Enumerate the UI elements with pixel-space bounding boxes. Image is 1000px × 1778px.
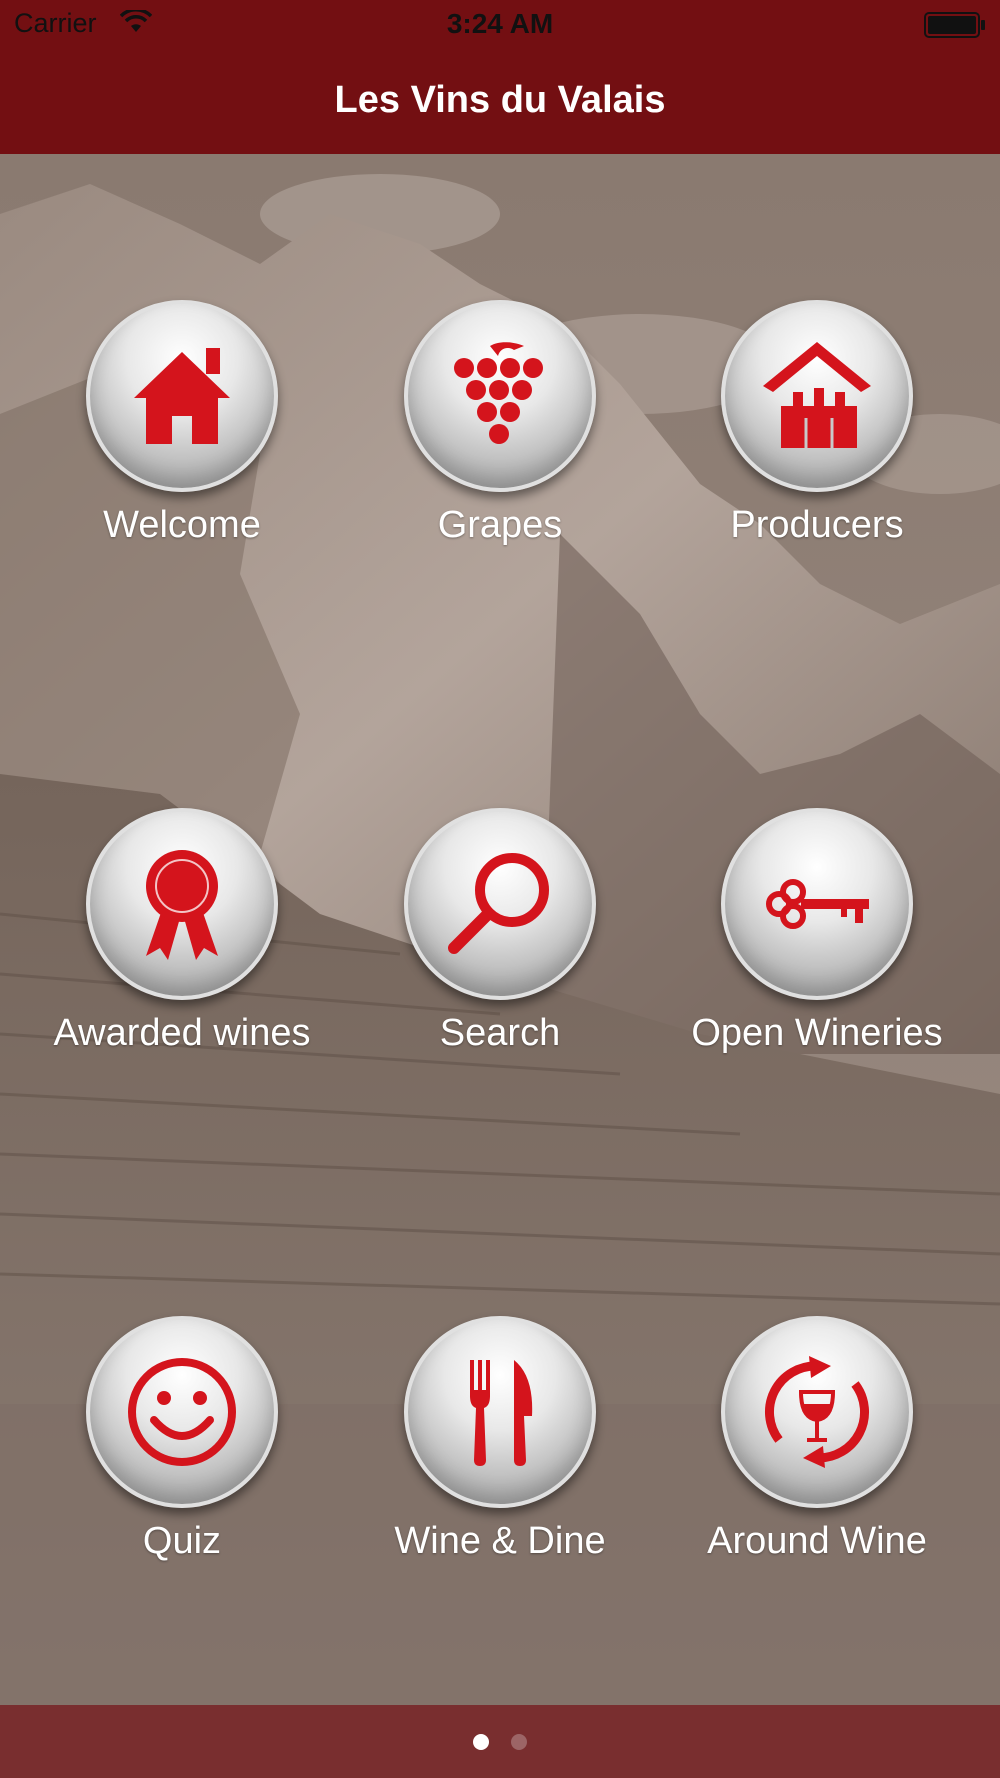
around-wine-button[interactable] [721, 1316, 913, 1508]
tile-label: Quiz [142, 1520, 222, 1562]
welcome-button[interactable] [86, 300, 278, 492]
quiz-button[interactable] [86, 1316, 278, 1508]
page-control-bar [0, 1705, 1000, 1778]
grapes-icon [454, 342, 543, 444]
menu-tile-producers[interactable]: Producers [697, 300, 937, 580]
page-dot-active[interactable] [473, 1734, 489, 1750]
page-dot-inactive[interactable] [511, 1734, 527, 1750]
awarded-wines-button[interactable] [86, 808, 278, 1000]
menu-tile-around-wine[interactable]: Around Wine [697, 1316, 937, 1596]
tile-label: Open Wineries [691, 1012, 943, 1054]
fork-knife-icon [470, 1360, 533, 1466]
grapes-button[interactable] [404, 300, 596, 492]
wine-dine-button[interactable] [404, 1316, 596, 1508]
tile-label: Search [439, 1012, 561, 1054]
menu-tile-quiz[interactable]: Quiz [62, 1316, 302, 1596]
producers-button[interactable] [721, 300, 913, 492]
open-wineries-button[interactable] [721, 808, 913, 1000]
menu-tile-wine-dine[interactable]: Wine & Dine [380, 1316, 620, 1596]
search-button[interactable] [404, 808, 596, 1000]
page-title: Les Vins du Valais [334, 79, 666, 121]
wine-glass-cycle-icon [765, 1356, 869, 1468]
status-bar: Carrier 3:24 AM [0, 0, 1000, 52]
tile-label: Welcome [103, 504, 261, 546]
menu-tile-awarded-wines[interactable]: Awarded wines [53, 808, 311, 1088]
award-ribbon-icon [146, 850, 218, 960]
menu-tile-open-wineries[interactable]: Open Wineries [691, 808, 943, 1088]
winery-icon [763, 342, 871, 448]
tile-label: Around Wine [707, 1520, 927, 1562]
smiley-icon [128, 1358, 236, 1466]
battery-icon [924, 12, 985, 38]
key-icon [766, 879, 869, 929]
house-icon [134, 348, 230, 444]
status-time: 3:24 AM [446, 8, 554, 39]
nav-bar: Les Vins du Valais [0, 52, 1000, 154]
tile-label: Awarded wines [53, 1012, 311, 1054]
menu-tile-search[interactable]: Search [380, 808, 620, 1088]
menu-tile-grapes[interactable]: Grapes [380, 300, 620, 580]
tile-label: Grapes [437, 504, 563, 546]
tile-label: Wine & Dine [394, 1520, 606, 1562]
magnifier-icon [448, 853, 549, 954]
tile-label: Producers [730, 504, 904, 546]
menu-tile-welcome[interactable]: Welcome [62, 300, 302, 580]
